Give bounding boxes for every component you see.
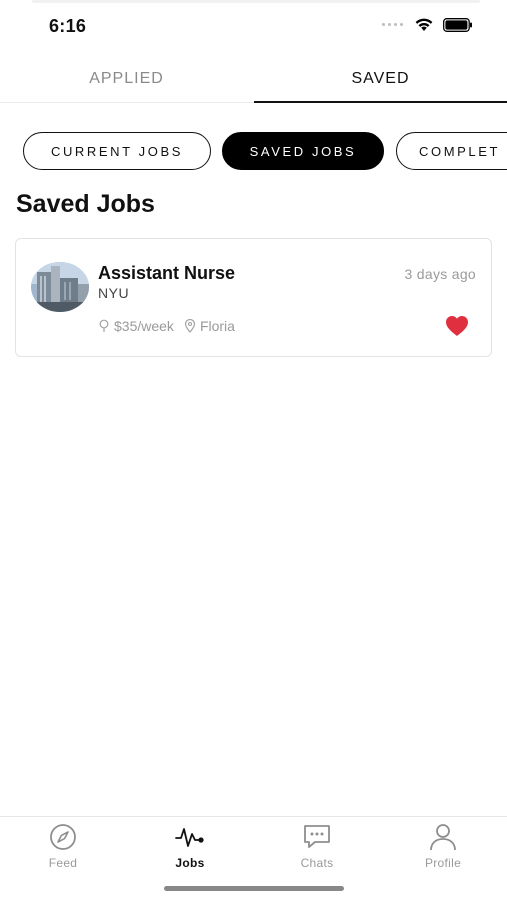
tab-applied[interactable]: APPLIED <box>0 55 253 102</box>
nav-feed[interactable]: Feed <box>0 817 126 877</box>
nav-feed-label: Feed <box>48 856 78 870</box>
battery-icon <box>443 17 472 32</box>
heart-icon[interactable] <box>445 315 469 337</box>
chat-bubble-icon <box>302 823 332 851</box>
status-icons <box>382 17 473 32</box>
status-bar: 6:16 <box>0 0 507 50</box>
pulse-icon <box>175 823 205 851</box>
nav-profile[interactable]: Profile <box>380 817 506 877</box>
location-text: Floria <box>199 318 235 334</box>
company-name: NYU <box>98 285 130 301</box>
nav-chats[interactable]: Chats <box>254 817 380 877</box>
pay-icon <box>98 319 110 333</box>
job-filter-pills: CURRENT JOBS SAVED JOBS COMPLET <box>0 132 507 172</box>
screen: 6:16 APPLIED SAVED CURRENT JOBS SAVED JO… <box>0 0 507 900</box>
job-title: Assistant Nurse <box>98 263 236 283</box>
wifi-icon <box>415 18 433 31</box>
home-indicator <box>164 886 344 891</box>
job-card[interactable]: Assistant Nurse NYU 3 days ago $35/week <box>15 238 492 357</box>
filter-completed-jobs[interactable]: COMPLET <box>396 132 507 170</box>
company-avatar <box>31 262 89 312</box>
pay-info: $35/week <box>98 318 174 334</box>
location-pin-icon <box>184 319 196 333</box>
nav-profile-label: Profile <box>424 856 462 870</box>
job-meta: $35/week Floria <box>98 318 245 334</box>
location-info: Floria <box>184 318 235 334</box>
filter-current-jobs[interactable]: CURRENT JOBS <box>23 132 211 170</box>
page-title: Saved Jobs <box>16 190 155 218</box>
tab-saved[interactable]: SAVED <box>254 55 507 103</box>
pay-text: $35/week <box>114 318 174 334</box>
signal-icon <box>382 23 403 26</box>
status-time: 6:16 <box>49 16 87 36</box>
nav-chats-label: Chats <box>300 856 334 870</box>
nav-jobs[interactable]: Jobs <box>127 817 253 877</box>
top-tabs: APPLIED SAVED <box>0 55 507 103</box>
posted-time: 3 days ago <box>404 266 476 282</box>
compass-icon <box>49 823 77 851</box>
user-icon <box>429 823 457 851</box>
filter-saved-jobs[interactable]: SAVED JOBS <box>222 132 384 170</box>
nav-jobs-label: Jobs <box>175 856 205 870</box>
top-divider <box>32 0 480 3</box>
